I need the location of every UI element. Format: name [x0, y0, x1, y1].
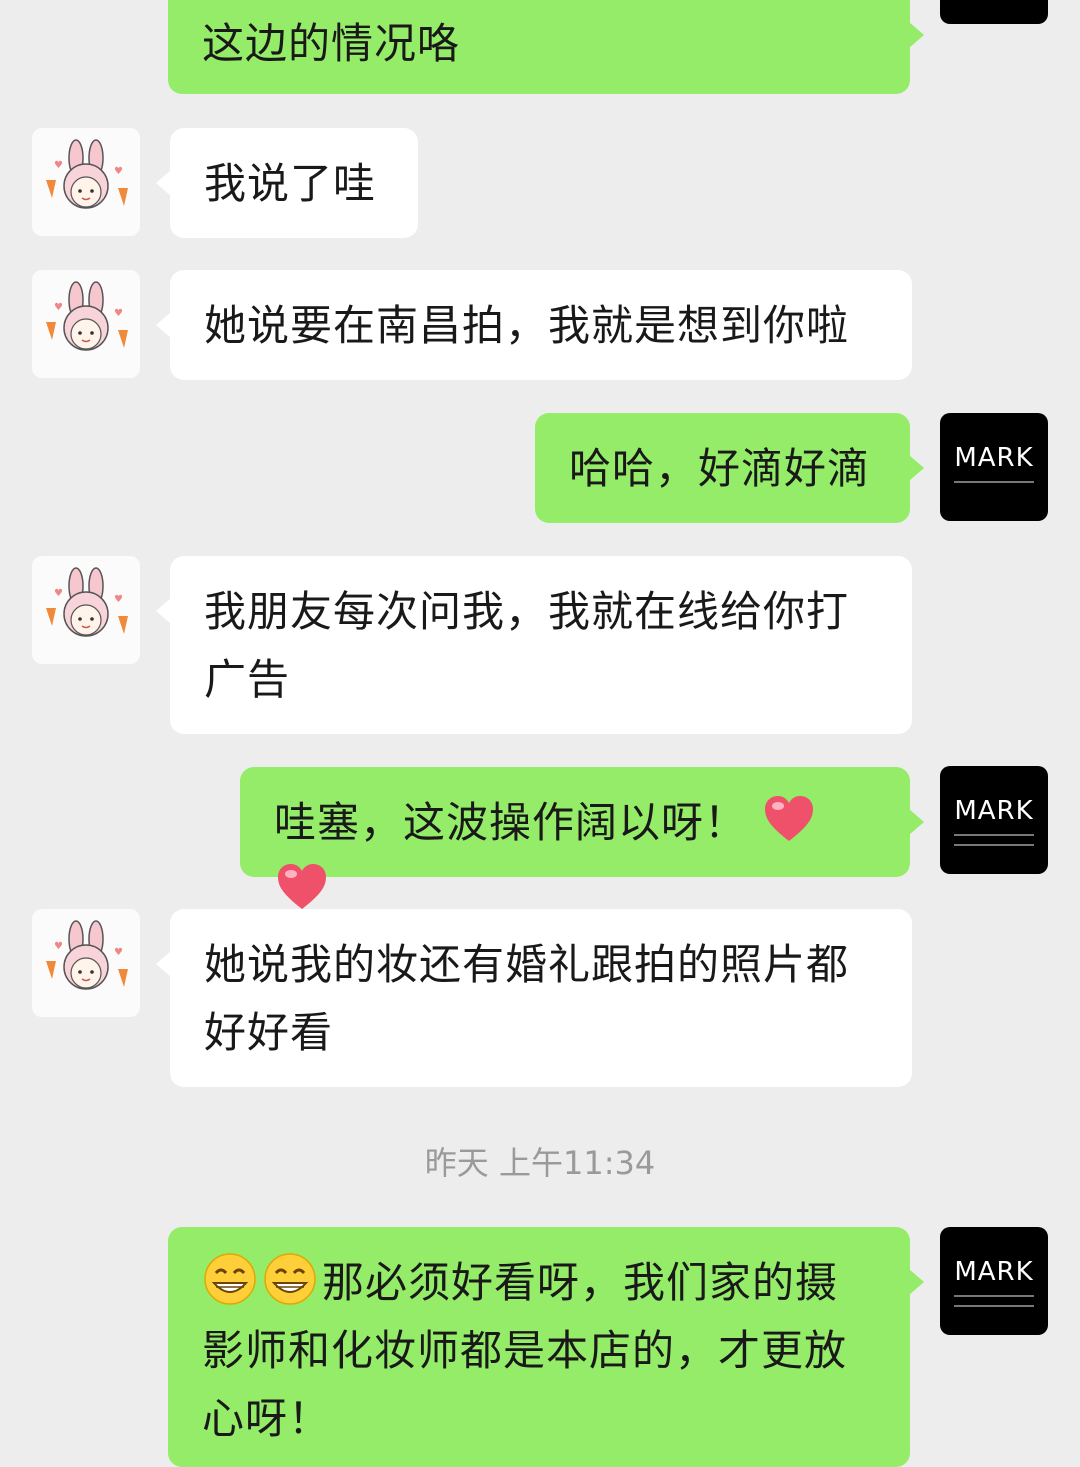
bunny-hat-girl-icon: ♥ ♥ [46, 281, 128, 351]
message-bubble-incoming[interactable]: 她说要在南昌拍，我就是想到你啦 [156, 270, 912, 380]
message-bubble-incoming[interactable]: 我说了哇 [156, 128, 418, 238]
mark-logo-text: MARK [954, 443, 1034, 473]
message-bubble-outgoing[interactable]: 这边的情况咯 [168, 0, 924, 94]
logo-subtext-line [954, 1295, 1034, 1297]
svg-text:♥: ♥ [54, 302, 63, 313]
grinning-face-icon [264, 1253, 316, 1305]
self-avatar[interactable]: MARK [940, 1227, 1048, 1335]
message-bubble-incoming[interactable]: 她说我的妆还有婚礼跟拍的照片都好好看 [156, 909, 912, 1087]
message-bubble-outgoing[interactable]: 哈哈，好滴好滴 [535, 413, 924, 523]
svg-text:♥: ♥ [54, 941, 63, 952]
red-heart-icon [278, 864, 326, 909]
svg-text:♥: ♥ [114, 947, 123, 958]
bunny-hat-girl-icon: ♥ ♥ [46, 567, 128, 637]
mark-logo-text: MARK [954, 796, 1034, 826]
chat-timestamp: 昨天 上午11:34 [424, 1144, 656, 1182]
svg-text:♥: ♥ [114, 166, 123, 177]
message-text: 我说了哇 [204, 159, 377, 208]
message-bubble-outgoing[interactable]: 哇塞，这波操作阔以呀！ [240, 767, 924, 909]
mark-logo-text: MARK [954, 1257, 1034, 1287]
logo-subtext-line [954, 481, 1034, 483]
message-text: 我朋友每次问我，我就在线给你打广告 [204, 587, 850, 704]
message-bubble-incoming[interactable]: 我朋友每次问我，我就在线给你打广告 [156, 556, 912, 734]
logo-subtext-line [954, 1305, 1034, 1307]
message-text: 哈哈，好滴好滴 [569, 444, 871, 493]
message-bubble-outgoing[interactable]: 那必须好看呀，我们家的摄影师和化妆师都是本店的，才更放心呀！ [168, 1227, 924, 1467]
message-text: 她说要在南昌拍，我就是想到你啦 [204, 301, 850, 350]
svg-text:♥: ♥ [54, 160, 63, 171]
message-text: 她说我的妆还有婚礼跟拍的照片都好好看 [204, 940, 850, 1057]
self-avatar[interactable]: MARK [940, 0, 1048, 24]
red-heart-icon [765, 796, 814, 841]
contact-avatar[interactable]: ♥ ♥ [32, 270, 140, 378]
message-text: 这边的情况咯 [202, 19, 461, 68]
logo-subtext-line [954, 844, 1034, 846]
contact-avatar[interactable]: ♥ ♥ [32, 128, 140, 236]
message-text: 哇塞，这波操作阔以呀！ [274, 798, 748, 847]
bunny-hat-girl-icon: ♥ ♥ [46, 920, 128, 990]
self-avatar[interactable]: MARK [940, 766, 1048, 874]
svg-text:♥: ♥ [114, 594, 123, 605]
grinning-face-icon [204, 1253, 256, 1305]
svg-text:♥: ♥ [54, 588, 63, 599]
logo-subtext-line [954, 834, 1034, 836]
self-avatar[interactable]: MARK [940, 413, 1048, 521]
contact-avatar[interactable]: ♥ ♥ [32, 909, 140, 1017]
svg-text:♥: ♥ [114, 308, 123, 319]
contact-avatar[interactable]: ♥ ♥ [32, 556, 140, 664]
bunny-hat-girl-icon: ♥ ♥ [46, 139, 128, 209]
